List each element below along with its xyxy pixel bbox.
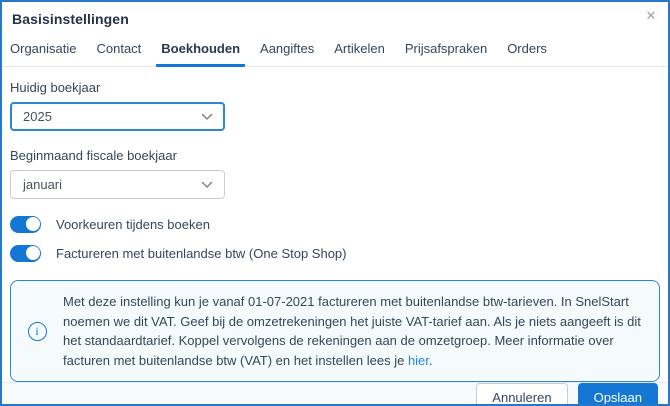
fiscal-year-field: Huidig boekjaar 2025: [10, 80, 660, 131]
toggle-knob: [25, 246, 40, 260]
dialog-header: Basisinstellingen ✕: [2, 2, 668, 27]
chevron-down-icon: [201, 113, 213, 121]
save-button[interactable]: Opslaan: [577, 383, 658, 404]
fiscal-year-label: Huidig boekjaar: [10, 80, 101, 95]
preferences-toggle-row: Voorkeuren tijdens boeken: [10, 215, 660, 233]
toggle-knob: [25, 217, 40, 231]
tab-prijsafspraken[interactable]: Prijsafspraken: [400, 37, 492, 67]
foreign-vat-toggle-label: Factureren met buitenlandse btw (One Sto…: [56, 245, 347, 261]
start-month-value: januari: [23, 177, 63, 192]
start-month-field: Beginmaand fiscale boekjaar januari: [10, 148, 660, 199]
toggle-section: Voorkeuren tijdens boeken Factureren met…: [10, 215, 660, 262]
tab-artikelen[interactable]: Artikelen: [329, 37, 390, 67]
dialog-footer: Annuleren Opslaan: [2, 382, 668, 404]
dialog-body: Huidig boekjaar 2025 Beginmaand fiscale …: [2, 67, 668, 382]
info-text: Met deze instelling kun je vanaf 01-07-2…: [63, 292, 647, 370]
info-icon: i: [27, 321, 47, 341]
foreign-vat-toggle[interactable]: [10, 244, 41, 262]
foreign-vat-toggle-row: Factureren met buitenlandse btw (One Sto…: [10, 244, 660, 262]
info-link-hier[interactable]: hier: [408, 353, 429, 368]
fiscal-year-select[interactable]: 2025: [10, 102, 225, 131]
info-icon-wrap: i: [11, 321, 63, 341]
preferences-toggle-label: Voorkeuren tijdens boeken: [56, 216, 210, 232]
tab-boekhouden[interactable]: Boekhouden: [156, 37, 246, 67]
fiscal-year-value: 2025: [23, 109, 52, 124]
info-box: i Met deze instelling kun je vanaf 01-07…: [10, 280, 660, 382]
info-text-body: Met deze instelling kun je vanaf 01-07-2…: [63, 294, 641, 368]
tab-bar: Organisatie Contact Boekhouden Aangiftes…: [2, 27, 668, 67]
start-month-label: Beginmaand fiscale boekjaar: [10, 148, 177, 163]
info-text-period: .: [428, 352, 433, 368]
tab-contact[interactable]: Contact: [91, 37, 146, 67]
dialog-title: Basisinstellingen: [12, 11, 129, 27]
start-month-select[interactable]: januari: [10, 170, 225, 199]
preferences-toggle[interactable]: [10, 215, 41, 233]
cancel-button[interactable]: Annuleren: [476, 383, 568, 404]
tab-orders[interactable]: Orders: [502, 37, 552, 67]
tab-organisatie[interactable]: Organisatie: [5, 37, 81, 67]
chevron-down-icon: [201, 181, 213, 189]
close-icon[interactable]: ✕: [642, 7, 660, 25]
tab-aangiftes[interactable]: Aangiftes: [255, 37, 319, 67]
basis-settings-dialog: Basisinstellingen ✕ Organisatie Contact …: [0, 0, 670, 406]
